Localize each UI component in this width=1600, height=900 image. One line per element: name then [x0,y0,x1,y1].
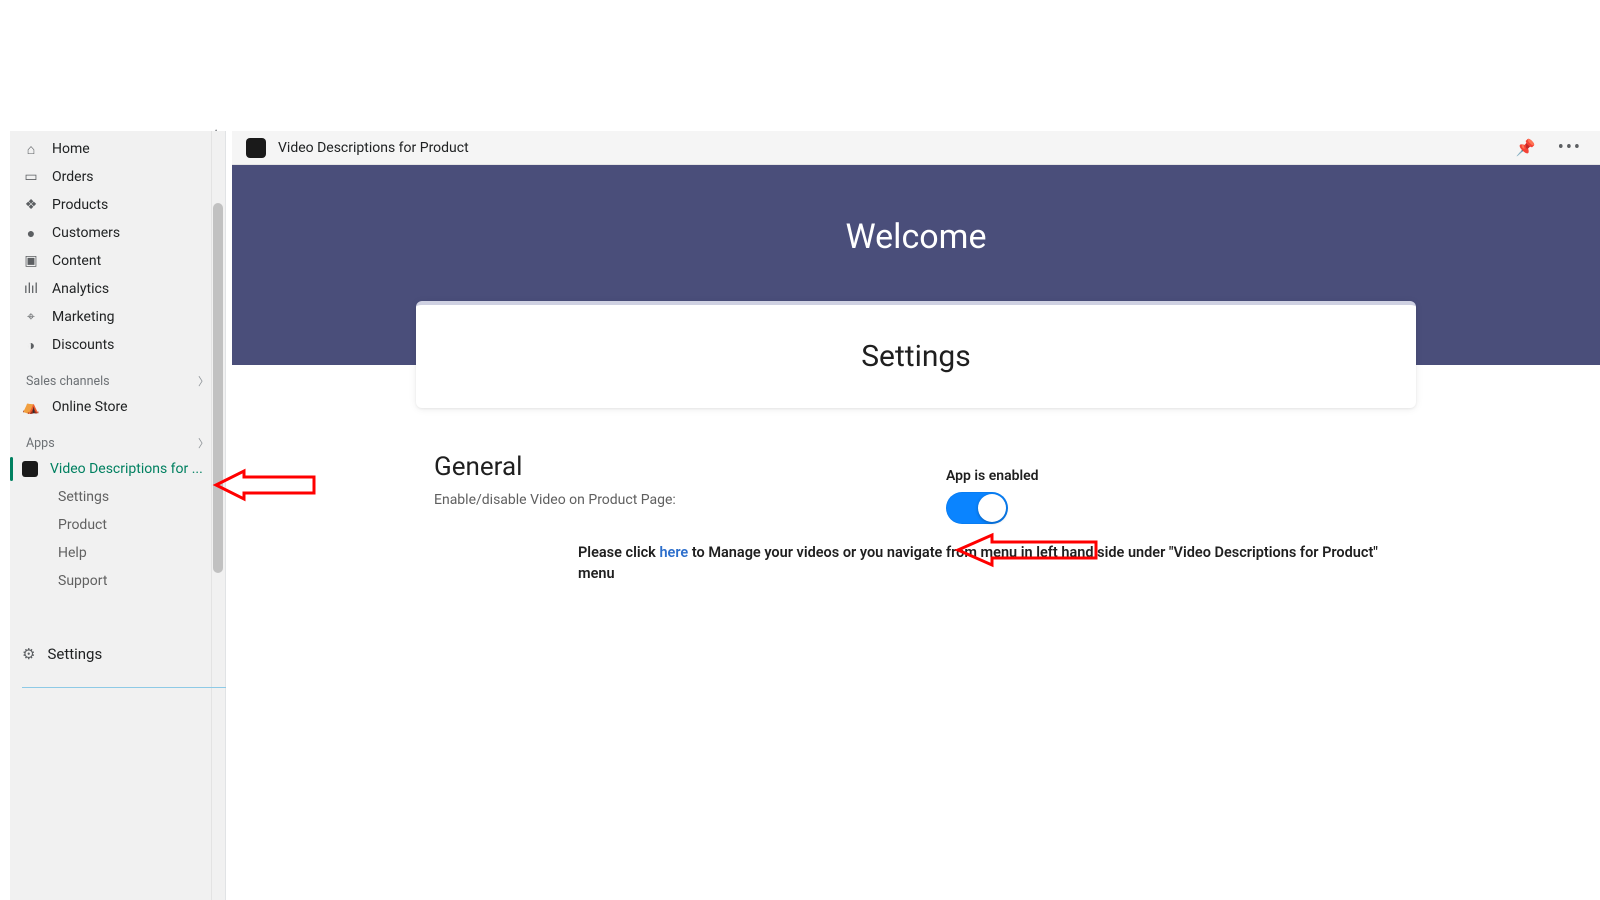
sidebar-item-settings[interactable]: ⚙ Settings [10,637,225,671]
settings-card: Settings [416,301,1416,408]
divider [22,687,226,688]
sidebar-item-label: Products [52,197,108,213]
scrollbar-thumb[interactable] [213,203,223,573]
more-actions-icon[interactable]: ••• [1554,137,1586,158]
app-topbar: Video Descriptions for Product 📌 ••• [232,131,1600,165]
general-subtext: Enable/disable Video on Product Page: [434,492,676,508]
helper-text: Please click here to Manage your videos … [578,542,1408,584]
orders-icon: ▭ [22,169,40,185]
sidebar-item-online-store[interactable]: ⛺ Online Store [16,393,219,421]
hero-title: Welcome [846,217,987,257]
sidebar-item-content[interactable]: ▣ Content [16,247,219,275]
sidebar-item-orders[interactable]: ▭ Orders [16,163,219,191]
general-heading: General [434,452,676,482]
section-label: Sales channels [26,374,110,389]
sidebar-item-analytics[interactable]: ılıl Analytics [16,275,219,303]
toggle-knob [978,494,1006,522]
sidebar-item-label: Settings [47,645,102,663]
marketing-icon: ⌖ [22,309,40,325]
app-enabled-label: App is enabled [946,468,1406,484]
section-sales-channels[interactable]: Sales channels 〉 [16,359,219,393]
app-sub-items: Settings Product Help Support [16,483,219,595]
main-content: Video Descriptions for Product 📌 ••• Wel… [232,131,1600,900]
sidebar-item-label: Content [52,253,101,269]
scrollbar-track[interactable] [211,131,225,900]
sidebar-item-label: Home [52,141,90,157]
section-label: Apps [26,436,55,451]
card-title: Settings [436,339,1396,374]
sidebar: ▲ ⌂ Home ▭ Orders ❖ Products ● Customers [10,131,226,900]
sidebar-subitem-product[interactable]: Product [52,511,219,539]
content-icon: ▣ [22,253,40,269]
sidebar-subitem-support[interactable]: Support [52,567,219,595]
sidebar-item-label: Video Descriptions for ... [50,461,203,477]
sidebar-subitem-help[interactable]: Help [52,539,219,567]
customers-icon: ● [22,225,40,242]
sidebar-item-discounts[interactable]: ◑ Discounts [16,331,219,359]
sidebar-item-label: Online Store [52,399,128,415]
primary-nav: ⌂ Home ▭ Orders ❖ Products ● Customers ▣ [10,131,225,595]
app-title: Video Descriptions for Product [278,140,469,156]
enable-toggle[interactable] [946,492,1008,524]
sidebar-subitem-settings[interactable]: Settings [52,483,219,511]
chevron-right-icon: 〉 [198,373,209,389]
manage-videos-link[interactable]: here [659,544,688,561]
sidebar-item-label: Discounts [52,337,114,353]
sidebar-item-home[interactable]: ⌂ Home [16,135,219,163]
pin-icon[interactable]: 📌 [1510,138,1542,157]
sidebar-item-label: Marketing [52,309,115,325]
discounts-icon: ◑ [22,337,40,354]
sidebar-item-marketing[interactable]: ⌖ Marketing [16,303,219,331]
home-icon: ⌂ [22,141,40,158]
sidebar-item-video-descriptions-app[interactable]: Video Descriptions for ... [16,455,219,483]
store-icon: ⛺ [22,399,40,415]
section-apps[interactable]: Apps 〉 [16,421,219,455]
products-icon: ❖ [22,197,40,213]
sidebar-item-label: Analytics [52,281,109,297]
sidebar-item-label: Orders [52,169,94,185]
sidebar-item-products[interactable]: ❖ Products [16,191,219,219]
chevron-right-icon: 〉 [198,435,209,451]
sidebar-item-label: Customers [52,225,120,241]
app-icon [246,138,266,158]
analytics-icon: ılıl [22,281,40,297]
app-icon [22,461,38,477]
sidebar-item-customers[interactable]: ● Customers [16,219,219,247]
gear-icon: ⚙ [22,645,35,663]
